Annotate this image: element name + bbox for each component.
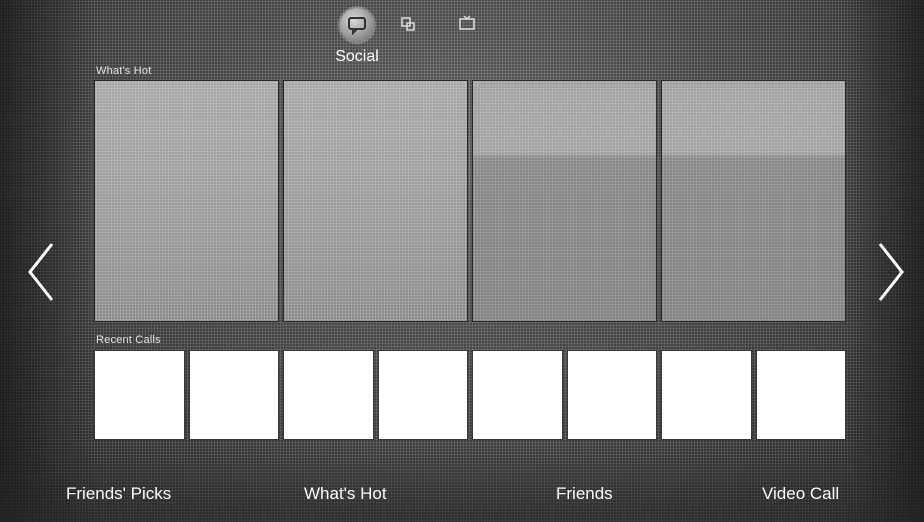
recent-call-tile[interactable]	[94, 350, 185, 440]
recent-call-tile[interactable]	[755, 350, 846, 440]
nav-friends-picks[interactable]: Friends' Picks	[66, 484, 171, 504]
nav-friends[interactable]: Friends	[556, 484, 613, 504]
whats-hot-tile[interactable]	[283, 80, 468, 322]
whats-hot-tile[interactable]	[661, 80, 846, 322]
whats-hot-tile[interactable]	[472, 80, 657, 322]
tv-icon[interactable]	[458, 14, 476, 37]
category-bar: Social	[0, 0, 924, 70]
recent-calls-tiles	[94, 350, 846, 440]
chevron-left-icon[interactable]	[24, 240, 58, 304]
bottom-nav-bar	[0, 444, 924, 522]
social-chat-icon[interactable]	[340, 8, 374, 42]
recent-call-tile[interactable]	[566, 350, 657, 440]
chevron-right-icon[interactable]	[874, 240, 908, 304]
recent-call-tile[interactable]	[377, 350, 468, 440]
nav-video-call[interactable]: Video Call	[762, 484, 839, 504]
recent-call-tile[interactable]	[283, 350, 374, 440]
whats-hot-section-label: What's Hot	[96, 65, 152, 77]
category-label-social: Social	[335, 48, 379, 65]
whats-hot-tiles	[94, 80, 846, 322]
recent-calls-section-label: Recent Calls	[96, 334, 161, 346]
whats-hot-tile[interactable]	[94, 80, 279, 322]
recent-call-tile[interactable]	[188, 350, 279, 440]
nav-whats-hot[interactable]: What's Hot	[304, 484, 387, 504]
recent-call-tile[interactable]	[472, 350, 563, 440]
recent-call-tile[interactable]	[661, 350, 752, 440]
apps-icon[interactable]	[400, 16, 416, 37]
